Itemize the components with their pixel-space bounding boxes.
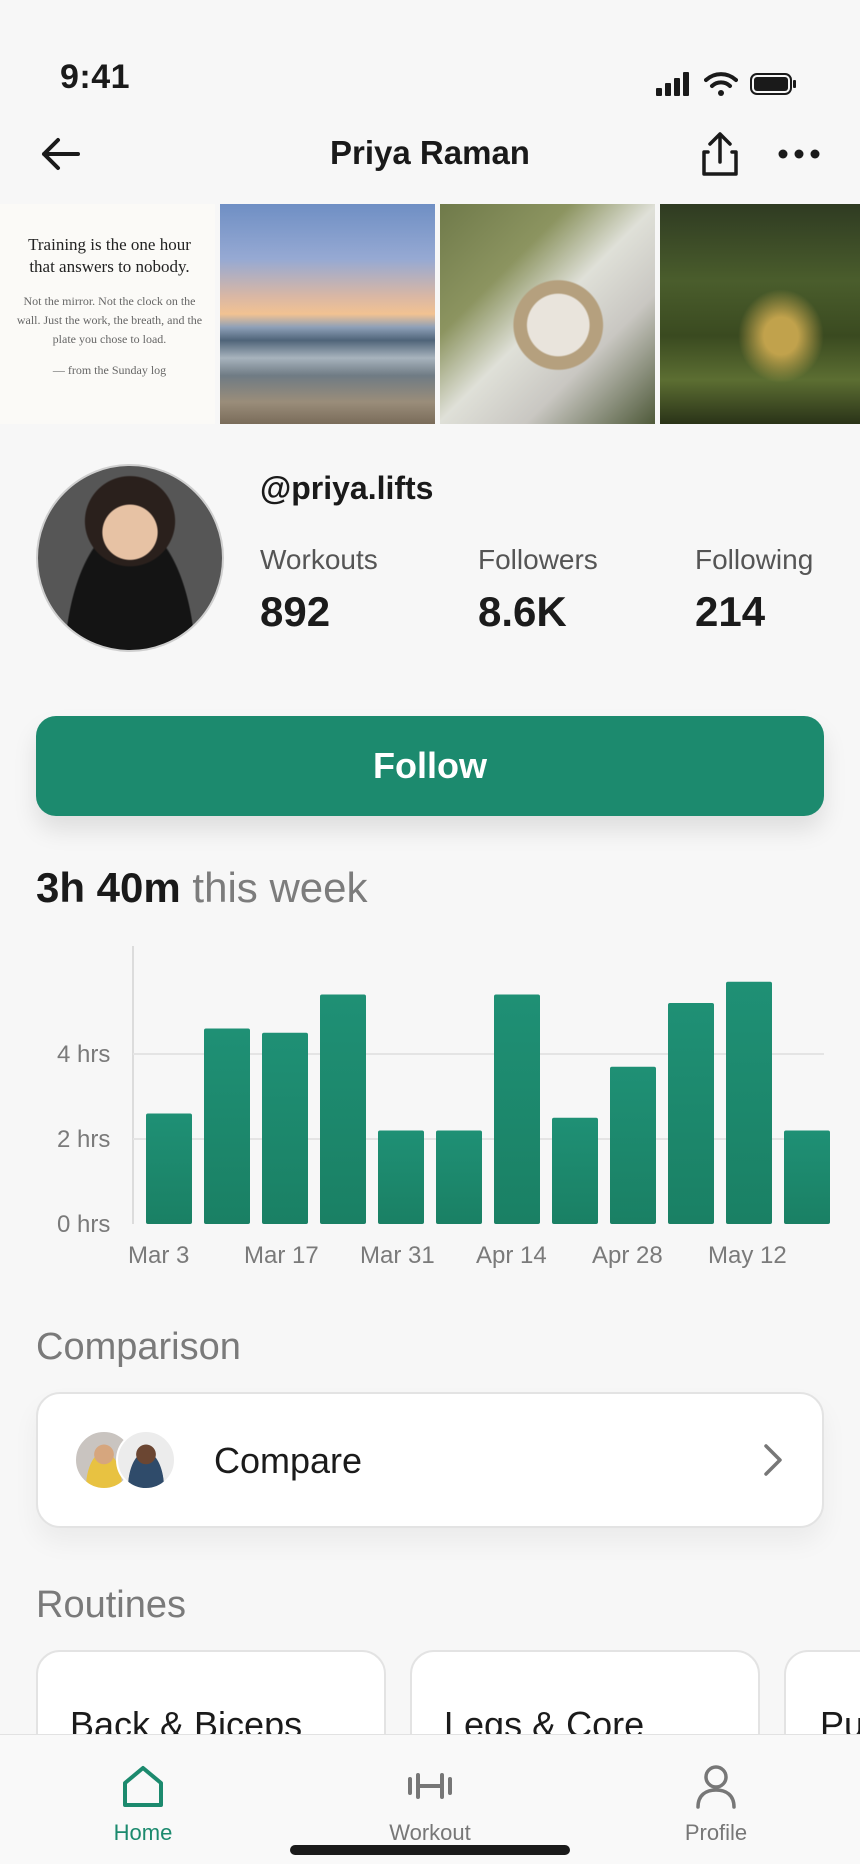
chart-bar[interactable] (146, 1113, 192, 1225)
signal-icon (656, 72, 689, 96)
dumbbell-icon (408, 1773, 452, 1799)
home-icon (123, 1766, 163, 1807)
tab-home[interactable]: Home (63, 1763, 223, 1846)
chart-y-tick-label: 0 hrs (57, 1211, 110, 1238)
stat-workouts[interactable]: Workouts 892 (260, 544, 378, 636)
chevron-right-icon (758, 1442, 788, 1478)
routines-title: Routines (36, 1584, 186, 1626)
weekly-summary: 3h 40m this week (36, 864, 368, 912)
avatar[interactable] (36, 464, 224, 652)
more-icon (778, 149, 820, 159)
profile-handle: @priya.lifts (260, 470, 434, 506)
stat-following[interactable]: Following 214 (695, 544, 813, 636)
chart-x-tick-label: Mar 31 (360, 1242, 435, 1269)
weekly-suffix: this week (192, 864, 368, 911)
chart-bar[interactable] (668, 1003, 714, 1224)
quote-source: — from the Sunday log (52, 363, 167, 377)
home-indicator (290, 1845, 570, 1855)
chart-bar[interactable] (436, 1130, 482, 1225)
person-icon (696, 1765, 736, 1809)
photo-gallery[interactable]: Training is the one hour that answers to… (0, 204, 860, 424)
chart-bar[interactable] (726, 981, 772, 1224)
weekly-total: 3h 40m (36, 864, 181, 911)
quote-tile[interactable]: Training is the one hour that answers to… (0, 204, 215, 424)
chart-bar[interactable] (320, 994, 366, 1225)
chart-bar[interactable] (552, 1117, 598, 1224)
battery-icon (750, 73, 796, 95)
compare-label: Compare (214, 1440, 363, 1481)
stat-followers[interactable]: Followers 8.6K (478, 544, 598, 636)
stat-value: 8.6K (478, 588, 567, 635)
more-button[interactable] (776, 138, 822, 170)
chart-x-tick-label: May 12 (708, 1242, 787, 1269)
chart-x-tick-label: Mar 3 (128, 1242, 189, 1269)
chart-bar[interactable] (610, 1066, 656, 1224)
gallery-photo-coffee[interactable] (440, 204, 655, 424)
tab-profile[interactable]: Profile (636, 1763, 796, 1846)
stat-label: Following (695, 544, 814, 575)
gallery-photo-forest[interactable] (660, 204, 860, 424)
chart-bar[interactable] (378, 1130, 424, 1225)
chart-x-tick-label: Apr 28 (592, 1242, 663, 1269)
weekly-bar-chart[interactable]: 0 hrs 2 hrs 4 hrs Mar 3 Mar 17 Mar 31 Apr 14 A… (0, 930, 860, 1280)
tab-label: Workout (389, 1820, 471, 1845)
chart-y-tick-label: 2 hrs (57, 1126, 110, 1153)
quote-body: Not the mirror. Not the clock on the wal… (16, 294, 203, 346)
chart-x-tick-label: Mar 17 (244, 1242, 319, 1269)
tab-label: Profile (684, 1820, 748, 1845)
stat-label: Followers (478, 544, 598, 575)
tab-workout[interactable]: Workout (350, 1763, 510, 1846)
stat-value: 214 (695, 588, 766, 635)
gallery-photo-beach[interactable] (220, 204, 435, 424)
tab-label: Home (113, 1820, 173, 1845)
stat-value: 892 (260, 588, 331, 635)
follow-button[interactable]: Follow (36, 716, 824, 816)
comparison-title: Comparison (36, 1326, 241, 1368)
quote-headline: Training is the one hour that answers to… (28, 235, 191, 276)
status-icons (656, 72, 798, 96)
stat-label: Workouts (260, 544, 378, 575)
share-icon (702, 132, 738, 176)
compare-avatar-2 (116, 1430, 176, 1490)
chart-x-tick-label: Apr 14 (476, 1242, 547, 1269)
status-time: 9:41 (60, 58, 131, 96)
wifi-icon (704, 72, 738, 96)
chart-bar[interactable] (494, 994, 540, 1225)
chart-bar[interactable] (262, 1032, 308, 1224)
chart-bar[interactable] (204, 1028, 250, 1225)
chart-y-tick-label: 4 hrs (57, 1041, 110, 1068)
chart-bar[interactable] (784, 1130, 830, 1225)
share-button[interactable] (696, 130, 744, 180)
